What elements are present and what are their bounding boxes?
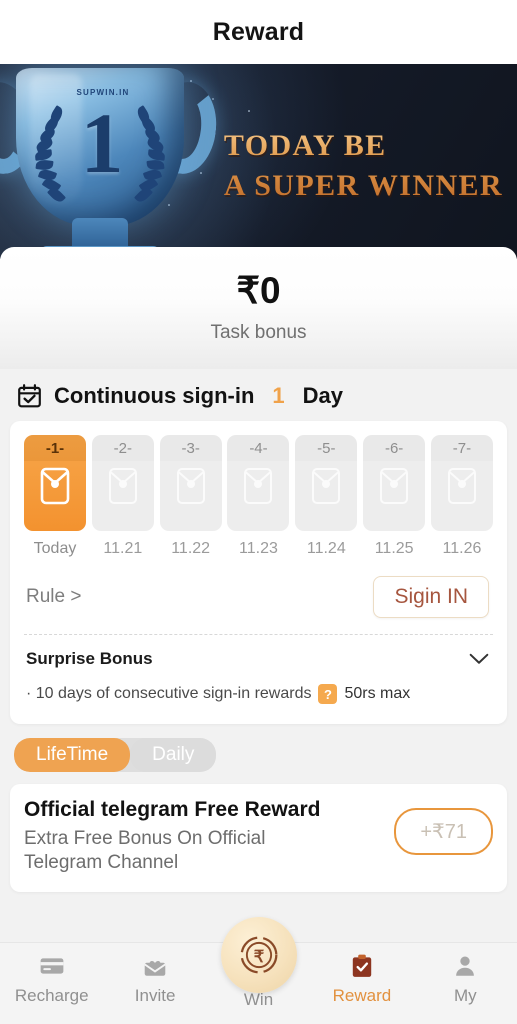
red-packet-icon	[380, 468, 409, 504]
red-packet-icon	[108, 468, 137, 504]
signin-day-number: -4-	[249, 440, 268, 457]
red-packet-icon	[244, 468, 273, 504]
tab-lifetime[interactable]: LifeTime	[14, 738, 131, 772]
rule-row: Rule > Sigin IN	[20, 558, 497, 632]
reward-screen: Reward SUPWIN.IN 1 TODAY BE A SUPER WINN…	[0, 0, 517, 1024]
rule-link[interactable]: Rule >	[26, 586, 81, 608]
signin-day-1[interactable]: -1- Today	[24, 435, 86, 558]
calendar-check-icon	[18, 384, 41, 408]
signin-day-3[interactable]: -3- 11.22	[159, 435, 222, 558]
trophy-illustration: SUPWIN.IN 1	[0, 64, 254, 259]
nav-item-my[interactable]: My	[414, 953, 517, 1006]
signin-day-number: -7-	[452, 440, 472, 457]
surprise-bonus-row[interactable]: Surprise Bonus	[20, 635, 497, 675]
continuous-signin-title: Continuous sign-in	[54, 383, 255, 408]
signin-day-date: 11.24	[306, 540, 346, 557]
tab-daily[interactable]: Daily	[130, 738, 217, 772]
task-bonus-label: Task bonus	[210, 322, 307, 343]
surprise-bonus-text: · 10 days of consecutive sign-in rewards	[26, 685, 312, 702]
bottom-navigation: Recharge Invite ₹ Win Reward My	[0, 917, 517, 1024]
nav-label: Recharge	[14, 986, 89, 1005]
sign-in-button[interactable]: Sigin IN	[373, 576, 489, 618]
continuous-signin-count: 1	[272, 383, 285, 408]
help-question-icon[interactable]: ?	[318, 684, 338, 704]
reward-claim-button[interactable]: +₹71	[394, 808, 493, 855]
signin-day-7[interactable]: -7- 11.26	[430, 435, 493, 558]
signin-day-number: -1-	[24, 435, 86, 461]
surprise-bonus-description: · 10 days of consecutive sign-in rewards…	[20, 675, 497, 714]
reward-list: Official telegram Free Reward Extra Free …	[0, 784, 517, 892]
signin-day-box[interactable]: -6-	[363, 435, 426, 531]
signin-day-number: -5-	[317, 440, 336, 457]
continuous-signin-header: Continuous sign-in 1 Day	[0, 369, 517, 421]
nav-label: Invite	[134, 986, 176, 1005]
signin-day-box[interactable]: -4-	[227, 435, 290, 531]
signin-day-date: 11.22	[171, 540, 211, 557]
continuous-signin-unit: Day	[302, 383, 344, 408]
signin-card: -1- Today -2- 11.21 -3- 11.22 -4- 11.23 -5- 11.24…	[10, 421, 507, 724]
signin-day-number: -3-	[181, 440, 200, 457]
signin-days-row: -1- Today -2- 11.21 -3- 11.22 -4- 11.23 -5- 11.24…	[20, 435, 497, 558]
app-header: Reward	[0, 0, 517, 64]
svg-text:₹: ₹	[253, 948, 263, 966]
nav-label: Reward	[332, 986, 392, 1005]
signin-day-box[interactable]: -1-	[24, 435, 86, 531]
nav-item-invite[interactable]: Invite	[103, 953, 206, 1006]
signin-day-6[interactable]: -6- 11.25	[363, 435, 426, 558]
banner-headline-line1: TODAY BE	[223, 129, 387, 162]
red-packet-icon	[447, 468, 476, 504]
signin-day-box[interactable]: -2-	[91, 435, 154, 531]
signin-day-date: 11.23	[239, 540, 278, 557]
credit-card-icon	[40, 958, 64, 974]
red-packet-icon	[40, 467, 70, 505]
task-bonus-amount: ₹0	[236, 270, 281, 311]
banner-headline: TODAY BE A SUPER WINNER	[224, 126, 503, 206]
signin-day-box[interactable]: -7-	[430, 435, 493, 531]
signin-day-4[interactable]: -4- 11.23	[227, 435, 290, 558]
signin-day-number: -6-	[384, 440, 404, 457]
chevron-down-icon[interactable]	[469, 653, 489, 665]
red-packet-icon	[312, 468, 341, 504]
nav-label: My	[453, 986, 477, 1005]
nav-item-win[interactable]: ₹ Win	[207, 917, 310, 1010]
signin-day-date: 11.25	[374, 540, 414, 557]
signin-day-5[interactable]: -5- 11.24	[295, 435, 358, 558]
signin-day-date: Today	[33, 540, 77, 557]
surprise-bonus-max: 50rs max	[344, 685, 411, 702]
win-coin-badge[interactable]: ₹	[220, 917, 297, 993]
reward-text-block: Official telegram Free Reward Extra Free …	[24, 798, 320, 876]
signin-day-box[interactable]: -3-	[159, 435, 222, 531]
page-title: Reward	[212, 17, 305, 46]
nav-label: Win	[243, 990, 274, 1009]
nav-item-recharge[interactable]: Recharge	[0, 953, 103, 1006]
task-bonus-card: ₹0 Task bonus	[0, 247, 517, 369]
invite-envelope-icon	[144, 961, 166, 976]
red-packet-icon	[176, 468, 205, 504]
reward-title: Official telegram Free Reward	[24, 798, 321, 821]
banner-headline-line2: A SUPER WINNER	[223, 168, 503, 202]
surprise-bonus-title: Surprise Bonus	[26, 649, 153, 668]
signin-day-number: -2-	[113, 440, 132, 457]
signin-day-2[interactable]: -2- 11.21	[91, 435, 154, 558]
clipboard-check-icon	[352, 954, 372, 977]
rupee-coin-icon[interactable]: ₹	[233, 929, 285, 981]
reward-item[interactable]: Official telegram Free Reward Extra Free …	[10, 784, 507, 892]
person-icon	[456, 956, 475, 976]
signin-day-date: 11.21	[103, 540, 143, 557]
trophy-number: 1	[80, 95, 124, 191]
promo-banner[interactable]: SUPWIN.IN 1 TODAY BE A SUPER WINNER	[0, 64, 517, 259]
reward-subtitle: Extra Free Bonus On Official Telegram Ch…	[24, 828, 266, 874]
reward-type-tabs: LifeTime Daily	[14, 738, 217, 772]
signin-day-box[interactable]: -5-	[295, 435, 358, 531]
laurel-left	[32, 105, 67, 205]
nav-item-reward[interactable]: Reward	[310, 953, 413, 1006]
signin-day-date: 11.26	[442, 540, 482, 557]
